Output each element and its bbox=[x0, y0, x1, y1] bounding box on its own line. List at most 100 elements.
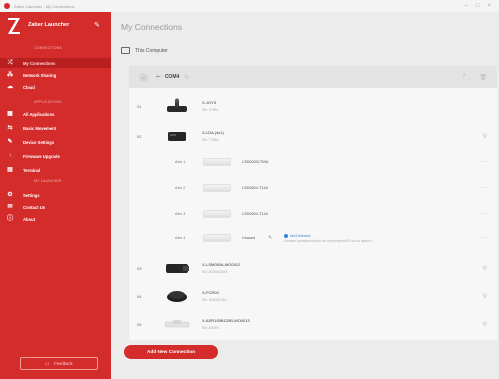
chat-icon: ✉ bbox=[7, 204, 13, 210]
trash-icon[interactable]: 🗑 bbox=[479, 74, 487, 81]
wrench-icon: ✎ bbox=[7, 139, 13, 145]
upload-icon: ↑ bbox=[8, 153, 12, 159]
sidebar-item-all-applications[interactable]: ▦ All Applications bbox=[0, 109, 111, 119]
sidebar-item-firmware-upgrade[interactable]: ↑ Firmware Upgrade bbox=[0, 151, 111, 161]
axis-label: Axis 1 bbox=[175, 160, 186, 164]
close-icon[interactable]: × bbox=[487, 3, 491, 9]
sidebar-item-terminal[interactable]: ▤ Terminal bbox=[0, 165, 111, 175]
device-serial: SN: 833042/393 bbox=[202, 270, 228, 274]
edit-pencil-icon[interactable]: ✎ bbox=[94, 21, 100, 29]
axis-row[interactable]: Axis 2 LSD0604-T11A ··· bbox=[129, 176, 497, 200]
add-new-connection-button[interactable]: Add New Connection bbox=[124, 345, 218, 359]
feedback-icon: ☐ bbox=[45, 361, 50, 366]
help-icon[interactable]: ? bbox=[462, 74, 465, 81]
title-bar: Zaber Launcher - My Connections – □ × bbox=[0, 0, 499, 12]
sidebar-item-about[interactable]: ⓘ About bbox=[0, 214, 111, 224]
axis-part: LSD0604-T11A bbox=[242, 186, 268, 190]
collapse-button[interactable]: — bbox=[139, 72, 148, 82]
more-icon[interactable]: ··· bbox=[480, 211, 488, 217]
linear-stage-image bbox=[163, 316, 191, 332]
device-id: 03 bbox=[137, 265, 142, 271]
sidebar-item-label: Terminal bbox=[23, 167, 41, 173]
section-connections: CONNECTIONS bbox=[34, 46, 63, 50]
settings-icon[interactable]: ⚲ bbox=[483, 293, 487, 300]
device-serial: SN: 77853 bbox=[202, 138, 219, 142]
more-icon[interactable]: ··· bbox=[480, 159, 488, 165]
maximize-icon[interactable]: □ bbox=[476, 3, 480, 9]
settings-icon[interactable]: ⚲ bbox=[483, 133, 487, 140]
status-description: Connect a peripheral then run the periph… bbox=[284, 238, 373, 243]
monitor-icon bbox=[121, 47, 130, 54]
device-row[interactable]: 03 X-LSM050A-MO0012 SN: 833042/393 ⚲ bbox=[129, 254, 497, 282]
window-title: Zaber Launcher - My Connections bbox=[14, 3, 75, 9]
info-icon: ⓘ bbox=[6, 216, 13, 222]
more-icon[interactable]: ··· bbox=[480, 185, 488, 191]
pencil-icon[interactable]: ✎ bbox=[268, 235, 272, 241]
terminal-icon: ▤ bbox=[7, 167, 13, 173]
section-launcher: MY LAUNCHER bbox=[34, 179, 62, 183]
refresh-icon[interactable]: ↻ bbox=[184, 74, 189, 81]
device-row[interactable]: 02 X-LDA (4x1) SN: 77853 ⚲ bbox=[129, 122, 497, 150]
connection-name: COM4 bbox=[164, 74, 180, 80]
feedback-button[interactable]: ☐ Feedback bbox=[20, 357, 98, 370]
axis-row[interactable]: Axis 3 LSD0604-T11A ··· bbox=[129, 202, 497, 226]
sidebar-item-device-settings[interactable]: ✎ Device Settings bbox=[0, 137, 111, 147]
device-serial: SN: 37851 bbox=[202, 108, 219, 112]
device-name: X-LSM050A-MO0012 bbox=[202, 262, 241, 267]
settings-icon[interactable]: ⚲ bbox=[483, 265, 487, 272]
connection-panel: — ⭠ COM4 ↻ ? 🗑 01 X-JOY3 SN: 37851 02 X-… bbox=[129, 66, 497, 340]
stage-image bbox=[203, 184, 231, 192]
cloud-icon: ☁ bbox=[7, 84, 13, 90]
usb-icon: ⭠ bbox=[156, 73, 161, 80]
axis-row[interactable]: Axis 4 Unused ✎ Not Detected Connect a p… bbox=[129, 226, 497, 250]
device-name: X-LDA (4x1) bbox=[202, 130, 224, 135]
sidebar-item-network-sharing[interactable]: ⁂ Network Sharing bbox=[0, 70, 111, 80]
axis-part: Unused bbox=[242, 236, 256, 240]
rotary-stage-image bbox=[163, 288, 191, 304]
device-serial: SN: 80049 bbox=[202, 326, 219, 330]
more-icon[interactable]: ··· bbox=[480, 235, 488, 241]
device-name: X-JOY3 bbox=[202, 100, 217, 105]
move-icon: ⇆ bbox=[7, 125, 13, 131]
stage-image bbox=[203, 210, 231, 218]
sidebar-item-label: Contact Us bbox=[23, 204, 46, 210]
sidebar-item-settings[interactable]: ⚙ Settings bbox=[0, 190, 111, 200]
sidebar-item-basic-movement[interactable]: ⇆ Basic Movement bbox=[0, 123, 111, 133]
sidebar-item-label: Basic Movement bbox=[23, 125, 57, 131]
status-title: Not Detected bbox=[284, 233, 372, 238]
settings-icon[interactable]: ⚲ bbox=[483, 321, 487, 328]
sidebar-item-label: Device Settings bbox=[23, 139, 55, 145]
minimize-icon[interactable]: – bbox=[465, 3, 468, 9]
grid-icon: ▦ bbox=[7, 111, 13, 117]
sidebar-item-cloud[interactable]: ☁ Cloud bbox=[0, 82, 111, 92]
device-serial: SN: 833042/301 bbox=[202, 298, 228, 302]
sidebar-item-label: Cloud bbox=[23, 84, 35, 90]
sidebar-item-contact-us[interactable]: ✉ Contact Us bbox=[0, 202, 111, 212]
zaber-logo bbox=[6, 16, 22, 36]
app-icon bbox=[4, 3, 10, 9]
device-name: X-ASR100B120B-MO0013 bbox=[202, 318, 250, 323]
main-content: My Connections This Computer — ⭠ COM4 ↻ … bbox=[111, 12, 499, 379]
sidebar-item-label: About bbox=[23, 216, 36, 222]
device-row[interactable]: 01 X-JOY3 SN: 37851 bbox=[129, 92, 497, 120]
sidebar-item-my-connections[interactable]: ⤮ My Connections bbox=[0, 58, 111, 68]
sidebar-item-label: Settings bbox=[23, 192, 40, 198]
axis-row[interactable]: Axis 1 LSD00501TIBA ··· bbox=[129, 150, 497, 174]
sidebar-item-label: My Connections bbox=[23, 60, 56, 66]
gear-icon: ⚙ bbox=[7, 192, 13, 198]
feedback-label: Feedback bbox=[54, 361, 73, 366]
connection-header: — ⭠ COM4 ↻ ? 🗑 bbox=[129, 66, 497, 88]
joystick-image bbox=[163, 98, 191, 114]
launcher-title: Zaber Launcher bbox=[28, 22, 70, 28]
device-name: X-FCR0C bbox=[202, 290, 220, 295]
this-computer-label: This Computer bbox=[135, 47, 168, 54]
motor-image bbox=[163, 260, 191, 276]
sidebar: Zaber Launcher ✎ CONNECTIONS ⤮ My Connec… bbox=[0, 12, 111, 379]
network-icon: ⁂ bbox=[7, 72, 13, 78]
axis-label: Axis 3 bbox=[175, 212, 186, 216]
axis-status: Not Detected Connect a peripheral then r… bbox=[284, 233, 373, 243]
device-row[interactable]: 04 X-FCR0C SN: 833042/301 ⚲ bbox=[129, 282, 497, 310]
page-title: My Connections bbox=[121, 22, 182, 32]
device-row[interactable]: 05 X-ASR100B120B-MO0013 SN: 80049 ⚲ bbox=[129, 310, 497, 338]
device-id: 04 bbox=[137, 293, 142, 299]
